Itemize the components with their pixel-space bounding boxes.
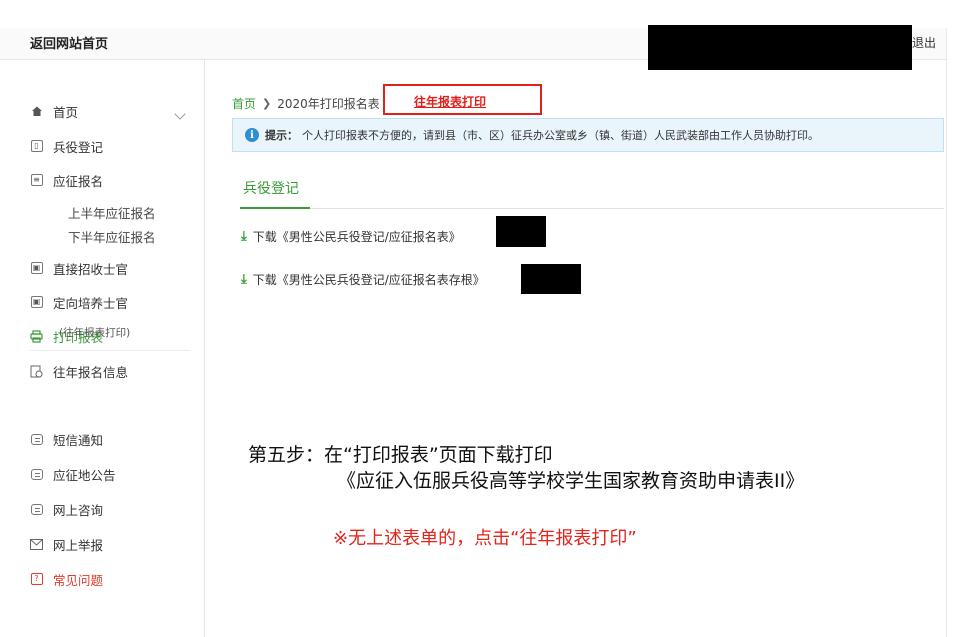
message-icon [30,433,43,446]
sidebar-item-past-info[interactable]: 往年报名信息 [30,361,128,381]
sidebar-item-direct-nco[interactable]: ▣ 直接招收士官 [30,258,128,278]
breadcrumb-home[interactable]: 首页 [232,95,256,112]
sidebar-item-label: 应征报名 [53,173,104,189]
sidebar-item-sms[interactable]: 短信通知 [30,429,103,449]
sidebar-item-label: 直接招收士官 [53,261,129,277]
tab-divider [243,208,944,209]
tip-text: 个人打印报表不方便的，请到县（市、区）征兵办公室或乡（镇、街道）人民武装部由工作… [302,129,819,142]
past-forms-print-link[interactable]: 往年报表打印 [414,93,486,110]
logout-link[interactable]: 退出 [912,34,936,51]
id-card-icon: ▣ [30,296,43,309]
sidebar-item-label: 兵役登记 [53,139,104,155]
instruction-notice: ※无上述表单的，点击“往年报表打印” [333,528,637,549]
redacted-user-info [648,25,912,70]
download-registration-stub-link[interactable]: ⤓ 下载《男性公民兵役登记/应征报名表存根》 [241,271,485,288]
home-icon [30,105,43,118]
history-icon [30,365,43,378]
breadcrumb-current: 2020年打印报名表 [277,97,380,111]
register-icon: ▯ [30,140,43,153]
back-to-site-link[interactable]: 返回网站首页 [30,33,108,52]
top-bar: 返回网站首页 退出 [0,25,946,70]
instruction-form-name: 《应征入伍服兵役高等学校学生国家教育资助申请表II》 [337,470,805,492]
tip-title: 提示： [265,129,298,142]
download-icon: ⤓ [241,229,247,244]
sidebar-item-label: 定向培养士官 [53,295,129,311]
info-icon: i [245,128,259,142]
sidebar-item-military-registration[interactable]: ▯ 兵役登记 [30,136,103,156]
breadcrumb: 首页 ❯ 2020年打印报名表 [232,95,380,112]
sidebar-divider [30,350,190,351]
redacted-block [496,216,546,247]
sidebar-item-label: 应征地公告 [53,467,116,483]
sidebar-item-home[interactable]: 首页 [30,101,78,121]
download-registration-form-link[interactable]: ⤓ 下载《男性公民兵役登记/应征报名表》 [241,228,461,245]
chevron-right-icon: ❯ [262,97,272,110]
sidebar-item-enlistment-signup[interactable]: ≡ 应征报名 [30,170,103,190]
download-label: 下载《男性公民兵役登记/应征报名表存根》 [252,273,485,287]
sidebar-item-directed-nco[interactable]: ▣ 定向培养士官 [30,292,128,312]
tab-military-registration[interactable]: 兵役登记 [243,178,299,198]
right-border [946,28,947,637]
sidebar-item-consult[interactable]: 网上咨询 [30,499,103,519]
sidebar-item-faq[interactable]: ? 常见问题 [30,569,103,589]
download-label: 下载《男性公民兵役登记/应征报名表》 [252,230,461,244]
sidebar-item-label: 往年报名信息 [53,364,129,380]
sidebar-item-label: 短信通知 [53,432,104,448]
sidebar-item-label: 常见问题 [53,572,104,588]
sidebar-item-announcements[interactable]: 应征地公告 [30,464,116,484]
sidebar-subitem-first-half[interactable]: 上半年应征报名 [68,203,156,222]
id-card-icon: ▣ [30,262,43,275]
sidebar-item-report[interactable]: 网上举报 [30,534,103,554]
sidebar-item-label: 首页 [53,104,79,120]
message-icon [30,503,43,516]
form-icon: ≡ [30,174,43,187]
tab-active-indicator [240,207,310,209]
redacted-block [521,264,581,294]
sidebar-item-label: 网上举报 [53,537,104,553]
question-icon: ? [30,573,43,586]
mail-icon [30,538,43,551]
message-icon [30,468,43,481]
sidebar-subitem-second-half[interactable]: 下半年应征报名 [68,227,156,246]
past-print-note[interactable]: (往年报表打印) [59,325,130,340]
tip-banner: i 提示： 个人打印报表不方便的，请到县（市、区）征兵办公室或乡（镇、街道）人民… [232,118,944,152]
printer-icon [30,329,43,343]
download-icon: ⤓ [241,272,247,287]
sidebar-item-label: 网上咨询 [53,502,104,518]
